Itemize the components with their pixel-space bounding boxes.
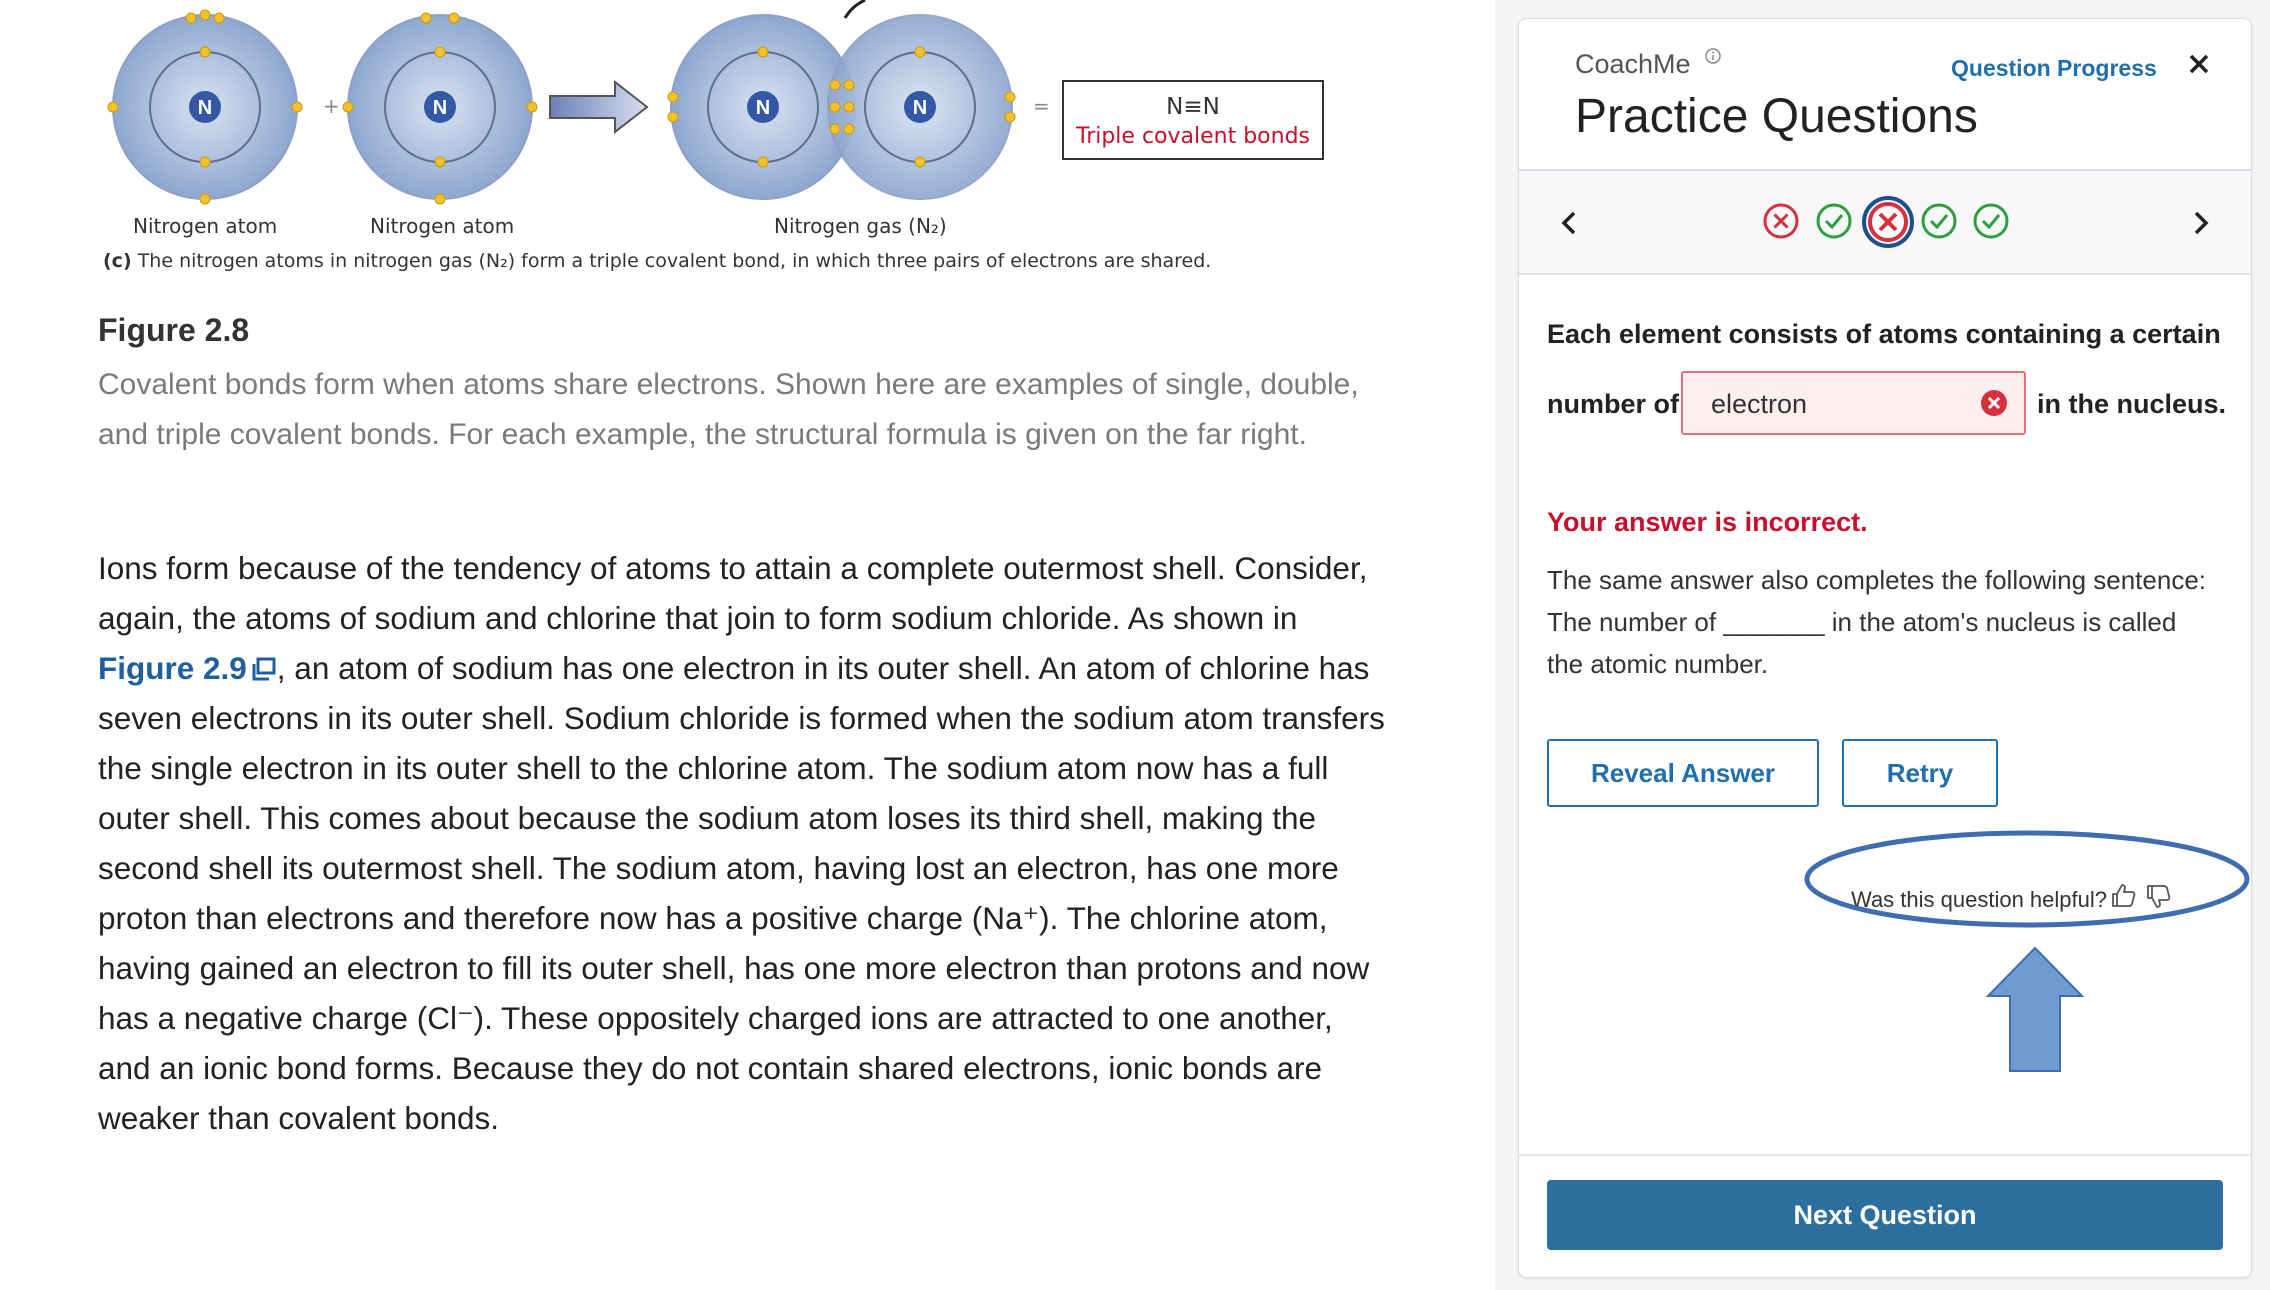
figure-description: Covalent bonds form when atoms share ele… — [98, 368, 1359, 451]
question-4-correct-icon[interactable] — [1919, 201, 1959, 241]
figure-2-9-link[interactable]: Figure 2.9 — [98, 650, 277, 686]
error-clear-icon[interactable] — [1979, 388, 2009, 418]
callout-arrow — [1985, 946, 2085, 1072]
reader-pane: N + N N N = Nitrogen atom Nitrogen atom … — [0, 0, 1495, 1290]
structural-formula: N≡N — [1166, 94, 1220, 120]
feedback-body: The same answer also completes the follo… — [1547, 565, 2207, 679]
svg-text:N: N — [913, 97, 927, 119]
nitrogen-atom-1: N — [107, 9, 303, 205]
close-icon[interactable] — [2184, 49, 2214, 79]
reveal-answer-button[interactable]: Reveal Answer — [1547, 739, 1819, 807]
next-question-button[interactable]: Next Question — [1547, 1180, 2223, 1250]
question-text-suffix: in the nucleus. — [2037, 389, 2227, 419]
question-navigation — [1519, 171, 2251, 275]
chevron-left-icon[interactable] — [1555, 207, 1583, 239]
question-3-incorrect-current-icon[interactable] — [1861, 195, 1915, 249]
callout-ellipse — [1804, 830, 2250, 928]
question-5-correct-icon[interactable] — [1971, 201, 2011, 241]
coachme-panel: CoachMe Question Progress Practice Quest… — [1518, 18, 2252, 1278]
callout-annotation — [1804, 830, 2250, 1072]
nitrogen-atom-2: N — [342, 12, 538, 205]
bond-type-label: Triple covalent bonds — [1075, 124, 1311, 149]
answer-input[interactable]: electron — [1681, 371, 2026, 435]
caption-text: The nitrogen atoms in nitrogen gas (N₂) … — [137, 250, 1212, 272]
retry-button[interactable]: Retry — [1842, 739, 1998, 807]
question-2-correct-icon[interactable] — [1814, 201, 1854, 241]
figure-title: Figure 2.8 — [98, 312, 250, 348]
body-text-part2: , an atom of sodium has one electron in … — [98, 650, 1385, 1136]
caption-letter: (c) — [103, 250, 132, 272]
brand-name: CoachMe — [1575, 49, 1691, 79]
structural-formula-box: N≡N Triple covalent bonds — [1062, 80, 1324, 160]
question-1-incorrect-icon[interactable] — [1761, 201, 1801, 241]
svg-text:N: N — [433, 97, 447, 119]
question-progress-link[interactable]: Question Progress — [1951, 55, 2157, 82]
chevron-right-icon[interactable] — [2187, 207, 2215, 239]
body-paragraph: Ions form because of the tendency of ato… — [98, 543, 1388, 1143]
info-icon[interactable] — [1704, 47, 1722, 65]
svg-text:N: N — [756, 97, 770, 119]
nitrogen-molecule: N N — [667, 0, 1016, 200]
molecule-label: Nitrogen gas (N₂) — [774, 214, 947, 238]
answer-value: electron — [1711, 389, 1808, 419]
question-text-line1: Each element consists of atoms containin… — [1547, 319, 2221, 349]
feedback-title: Your answer is incorrect. — [1547, 507, 1868, 537]
svg-text:=: = — [1033, 94, 1050, 118]
body-text-part1: Ions form because of the tendency of ato… — [98, 550, 1368, 636]
reaction-arrow — [549, 79, 649, 135]
popup-icon — [252, 657, 276, 681]
figure-caption: (c) The nitrogen atoms in nitrogen gas (… — [103, 250, 1211, 272]
svg-text:N: N — [198, 97, 212, 119]
footer-divider — [1519, 1154, 2251, 1156]
question-text-prefix: number of — [1547, 389, 1679, 419]
atom-label-1: Nitrogen atom — [133, 214, 278, 238]
svg-text:+: + — [323, 94, 340, 118]
panel-title: Practice Questions — [1575, 90, 1978, 143]
figure-link-label: Figure 2.9 — [98, 650, 247, 686]
atom-label-2: Nitrogen atom — [370, 214, 515, 238]
